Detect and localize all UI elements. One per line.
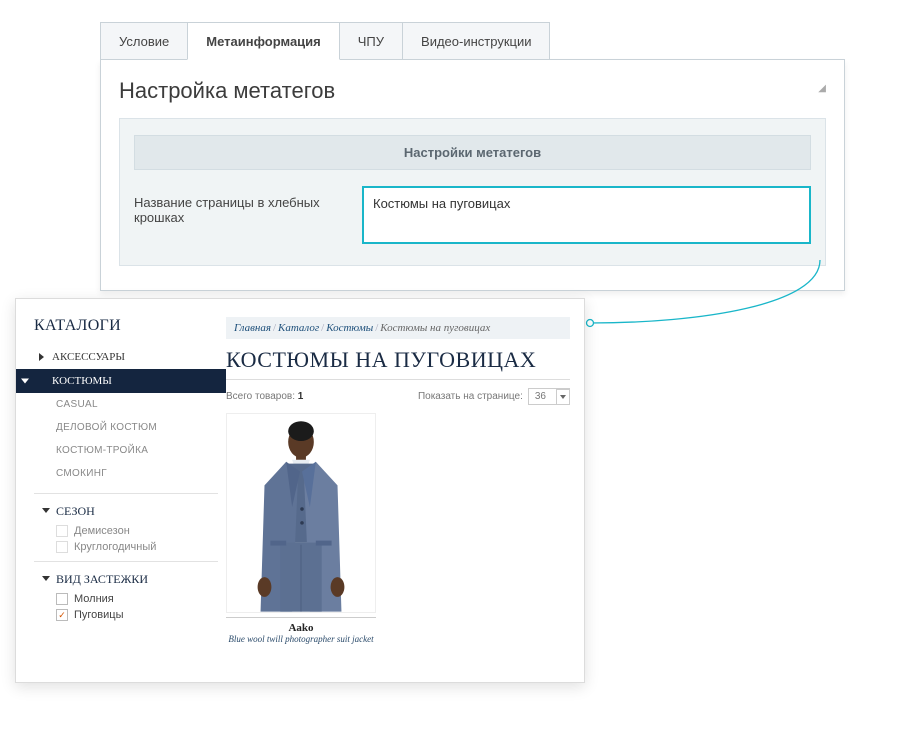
facet-opt-zipper[interactable]: Молния [42,593,218,605]
total-label: Всего товаров: [226,391,295,402]
facet-opt-label: Круглогодичный [74,541,156,553]
checkbox-icon [56,593,68,605]
total-value: 1 [298,391,304,402]
product-brand: Aako [226,622,376,634]
tabs-bar: Условие Метаинформация ЧПУ Видео-инструк… [100,22,845,60]
product-card[interactable]: Aako Blue wool twill photographer suit j… [226,413,376,646]
sidebar-sub-casual[interactable]: CASUAL [34,393,218,416]
chevron-down-icon [556,389,570,405]
sidebar-sub-threepiece[interactable]: КОСТЮМ-ТРОЙКА [34,439,218,462]
sidebar-item-suits[interactable]: КОСТЮМЫ [16,369,226,393]
per-page-select[interactable]: 36 [528,388,570,405]
facet-opt-label: Пуговицы [74,609,124,621]
checkbox-icon [56,525,68,537]
breadcrumb-title-input[interactable] [362,186,811,244]
page-title: КОСТЮМЫ НА ПУГОВИЦАХ [226,347,570,380]
tab-sef[interactable]: ЧПУ [339,22,403,59]
breadcrumb-current: Костюмы на пуговицах [380,322,490,334]
facet-opt-label: Молния [74,593,114,605]
breadcrumb-suits[interactable]: Костюмы [326,322,373,334]
product-desc: Blue wool twill photographer suit jacket [226,634,376,646]
breadcrumb-catalog[interactable]: Каталог [278,322,319,334]
per-page-label: Показать на странице: [418,391,523,402]
per-page-value: 36 [535,391,546,402]
facet-opt-buttons[interactable]: ✓ Пуговицы [42,609,218,621]
tab-condition[interactable]: Условие [100,22,188,59]
facet-opt-demiseason: Демисезон [42,525,218,537]
sidebar-sub-tuxedo[interactable]: СМОКИНГ [34,462,218,485]
total-count: Всего товаров: 1 [226,391,303,402]
breadcrumb-title-label: Название страницы в хлебных крошках [134,186,362,225]
facet-season-title[interactable]: СЕЗОН [42,504,218,519]
checkbox-checked-icon: ✓ [56,609,68,621]
breadcrumb: Главная/Каталог/Костюмы/Костюмы на пугов… [226,317,570,339]
facet-opt-allyear: Круглогодичный [42,541,218,553]
panel-title-text: Настройка метатегов [119,78,335,103]
sidebar-sub-business[interactable]: ДЕЛОВОЙ КОСТЮМ [34,416,218,439]
tab-video[interactable]: Видео-инструкции [402,22,550,59]
tab-metainfo[interactable]: Метаинформация [187,22,340,60]
product-image [226,413,376,613]
catalog-heading: КАТАЛОГИ [34,317,218,335]
section-header: Настройки метатегов [134,135,811,170]
checkbox-icon [56,541,68,553]
panel-title: Настройка метатегов ◢ [119,78,826,104]
sidebar-item-accessories[interactable]: АКСЕССУАРЫ [34,345,218,369]
breadcrumb-home[interactable]: Главная [234,322,271,334]
facet-fastener-title[interactable]: ВИД ЗАСТЕЖКИ [42,572,218,587]
facet-opt-label: Демисезон [74,525,130,537]
collapse-caret-icon[interactable]: ◢ [818,83,826,94]
